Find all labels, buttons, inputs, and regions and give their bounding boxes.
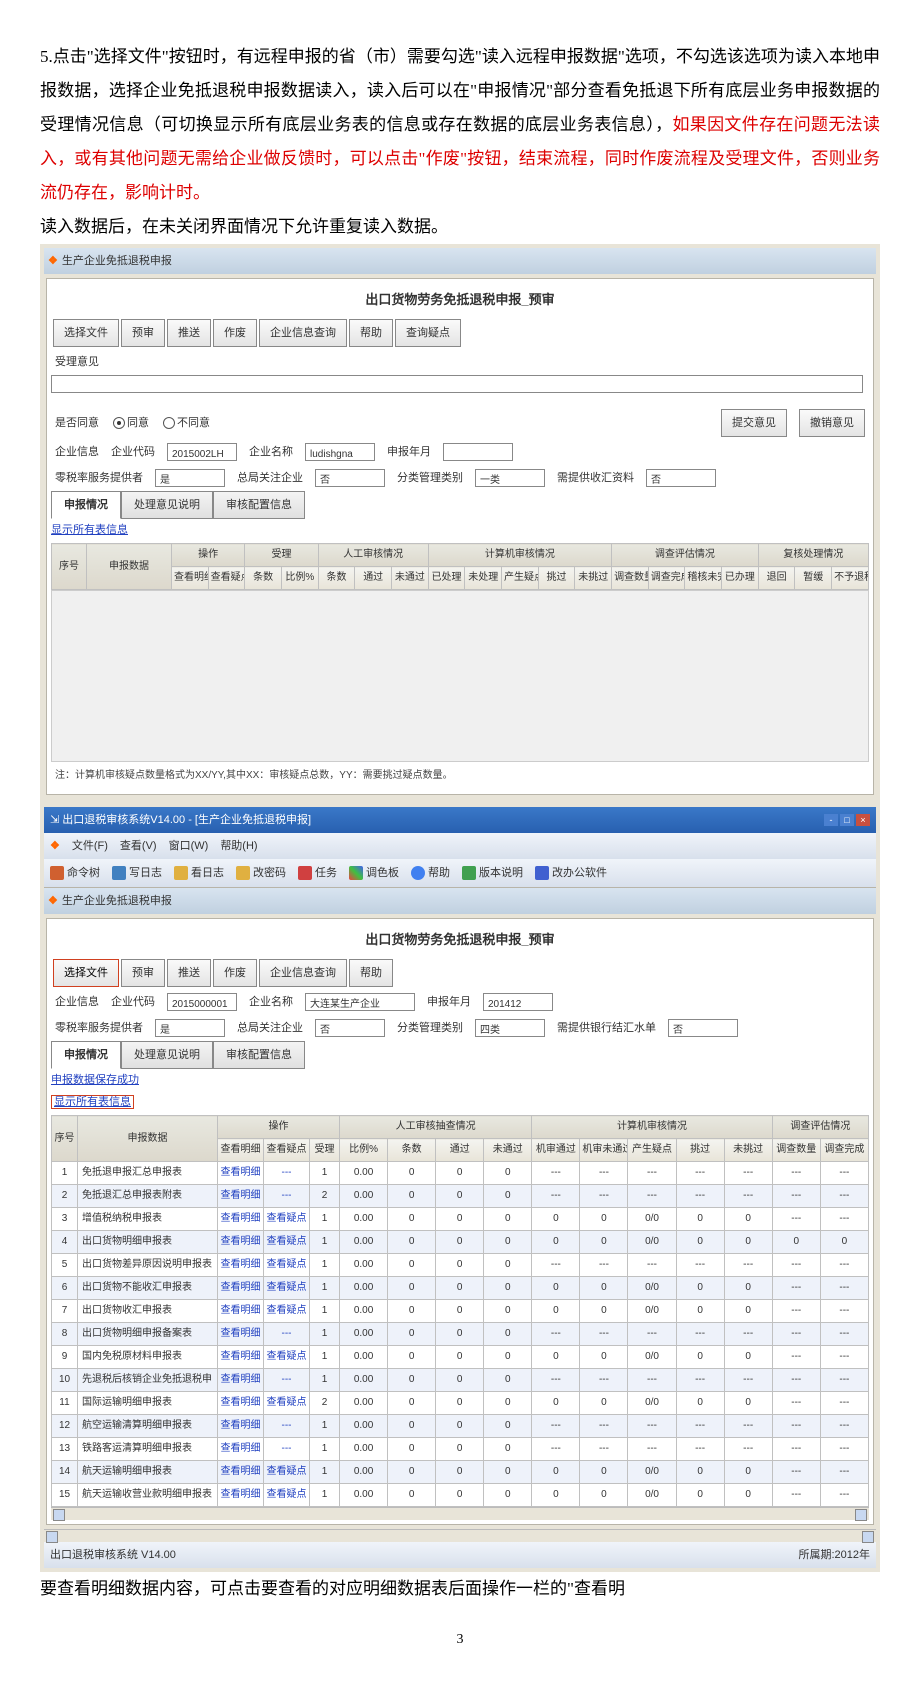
period-input[interactable] <box>443 443 513 461</box>
maximize-icon[interactable]: □ <box>840 814 854 826</box>
office-button[interactable]: 改办公软件 <box>535 862 607 884</box>
menu-logo-icon: ❖ <box>50 835 60 857</box>
app-logo-icon: ❖ <box>48 250 58 272</box>
palette-button[interactable]: 调色板 <box>349 862 399 884</box>
void-button[interactable]: 作废 <box>213 319 257 347</box>
push-button[interactable]: 推送 <box>167 959 211 987</box>
minimize-icon[interactable]: - <box>824 814 838 826</box>
query-doubt-button[interactable]: 查询疑点 <box>395 319 461 347</box>
app-titlebar: ⇲ 出口退税审核系统V14.00 - [生产企业免抵退税申报] -□× <box>44 807 876 833</box>
company-query-button[interactable]: 企业信息查询 <box>259 319 347 347</box>
feedback-label: 受理意见 <box>51 349 869 375</box>
toolbar: 选择文件 预审 推送 作废 企业信息查询 帮助 查询疑点 <box>51 317 869 349</box>
table-row: 3增值税纳税申报表查看明细查看疑点10.00000000/000------ <box>52 1208 869 1231</box>
menu-help[interactable]: 帮助(H) <box>220 835 257 857</box>
radio-agree[interactable] <box>113 417 125 429</box>
table-row: 12航空运输清算明细申报表查看明细---10.00000------------… <box>52 1415 869 1438</box>
show-all-link[interactable]: 显示所有表信息 <box>51 1095 134 1109</box>
feedback-input[interactable] <box>51 375 863 393</box>
table-row: 11国际运输明细申报表查看明细查看疑点20.00000000/000------ <box>52 1392 869 1415</box>
tab-opinion[interactable]: 处理意见说明 <box>121 1041 213 1069</box>
select-file-button[interactable]: 选择文件 <box>53 319 119 347</box>
company-query-button[interactable]: 企业信息查询 <box>259 959 347 987</box>
empty-grid <box>51 590 869 762</box>
radio-disagree[interactable] <box>163 417 175 429</box>
show-all-link[interactable]: 显示所有表信息 <box>51 524 128 536</box>
preaudit-button[interactable]: 预审 <box>121 319 165 347</box>
table-row: 4出口货物明细申报表查看明细查看疑点10.00000000/00000 <box>52 1231 869 1254</box>
table-row: 5出口货物差异原因说明申报表查看明细查看疑点10.00000----------… <box>52 1254 869 1277</box>
help-button[interactable]: 帮助 <box>349 959 393 987</box>
version-button[interactable]: 版本说明 <box>462 862 523 884</box>
revoke-opinion-button[interactable]: 撤销意见 <box>799 409 865 437</box>
app-icon: ⇲ <box>50 814 59 826</box>
page-title-2: 出口货物劳务免抵退税申报_预审 <box>51 923 869 957</box>
readlog-button[interactable]: 看日志 <box>174 862 224 884</box>
menu-view[interactable]: 查看(V) <box>120 835 157 857</box>
paragraph-1: 5.点击"选择文件"按钮时，有远程申报的省（市）需要勾选"读入远程申报数据"选项… <box>40 40 880 210</box>
cmdtree-button[interactable]: 命令树 <box>50 862 100 884</box>
paragraph-3: 要查看明细数据内容，可点击要查看的对应明细数据表后面操作一栏的"查看明 <box>40 1572 880 1606</box>
task-button[interactable]: 任务 <box>298 862 337 884</box>
data-table: 序号 申报数据 操作 受理 人工审核情况 计算机审核情况 调查评估情况 复核处理… <box>51 543 869 590</box>
screenshot-1: ❖ 生产企业免抵退税申报 出口货物劳务免抵退税申报_预审 选择文件 预审 推送 … <box>40 244 880 803</box>
submit-opinion-button[interactable]: 提交意见 <box>721 409 787 437</box>
page-number: 3 <box>40 1626 880 1654</box>
inner-tab-title: ❖ 生产企业免抵退税申报 <box>44 888 876 914</box>
table-row: 6出口货物不能收汇申报表查看明细查看疑点10.00000000/000-----… <box>52 1277 869 1300</box>
push-button[interactable]: 推送 <box>167 319 211 347</box>
tab-report[interactable]: 申报情况 <box>51 1041 121 1069</box>
tab-config[interactable]: 审核配置信息 <box>213 1041 305 1069</box>
table-row: 15航天运输收营业款明细申报表查看明细查看疑点10.00000000/000--… <box>52 1484 869 1507</box>
table-row: 1免抵退申报汇总申报表查看明细---10.00000--------------… <box>52 1162 869 1185</box>
agree-label: 是否同意 <box>55 412 99 434</box>
tab-config[interactable]: 审核配置信息 <box>213 491 305 519</box>
table-row: 9国内免税原材料申报表查看明细查看疑点10.00000000/000------ <box>52 1346 869 1369</box>
screenshot-2: ⇲ 出口退税审核系统V14.00 - [生产企业免抵退税申报] -□× ❖ 文件… <box>40 803 880 1572</box>
table-row: 8出口货物明细申报备案表查看明细---10.00000-------------… <box>52 1323 869 1346</box>
window-titlebar: ❖ 生产企业免抵退税申报 <box>44 248 876 274</box>
table-row: 13铁路客运清算明细申报表查看明细---10.00000------------… <box>52 1438 869 1461</box>
paragraph-2: 读入数据后，在未关闭界面情况下允许重复读入数据。 <box>40 210 880 244</box>
data-table: 序号 申报数据 操作 人工审核抽查情况 计算机审核情况 调查评估情况 查看明细查… <box>51 1115 869 1507</box>
main-toolbar: 命令树 写日志 看日志 改密码 任务 调色板 帮助 版本说明 改办公软件 <box>44 859 876 888</box>
code-input[interactable]: 2015002LH <box>167 443 237 461</box>
footnote: 注：计算机审核疑点数量格式为XX/YY,其中XX：审核疑点总数，YY：需要挑过疑… <box>51 762 869 790</box>
table-row: 10先退税后核销企业免抵退税申查看明细---10.00000----------… <box>52 1369 869 1392</box>
table-row: 14航天运输明细申报表查看明细查看疑点10.00000000/000------ <box>52 1461 869 1484</box>
period-input[interactable]: 201412 <box>483 993 553 1011</box>
help-toolbar-button[interactable]: 帮助 <box>411 862 450 884</box>
tab-opinion[interactable]: 处理意见说明 <box>121 491 213 519</box>
tab-logo-icon: ❖ <box>48 890 58 912</box>
preaudit-button[interactable]: 预审 <box>121 959 165 987</box>
name-input[interactable]: 大连某生产企业 <box>305 993 415 1011</box>
table-row: 7出口货物收汇申报表查看明细查看疑点10.00000000/000------ <box>52 1300 869 1323</box>
help-button[interactable]: 帮助 <box>349 319 393 347</box>
close-icon[interactable]: × <box>856 814 870 826</box>
load-ok-link: 申报数据保存成功 <box>51 1074 139 1086</box>
page-title: 出口货物劳务免抵退税申报_预审 <box>51 283 869 317</box>
password-button[interactable]: 改密码 <box>236 862 286 884</box>
menubar: ❖ 文件(F) 查看(V) 窗口(W) 帮助(H) <box>44 833 876 859</box>
menu-window[interactable]: 窗口(W) <box>169 835 209 857</box>
code-input[interactable]: 2015000001 <box>167 993 237 1011</box>
menu-file[interactable]: 文件(F) <box>72 835 108 857</box>
writelog-button[interactable]: 写日志 <box>112 862 162 884</box>
statusbar: 出口退税审核系统 V14.00 所属期:2012年 <box>44 1542 876 1568</box>
outer-horizontal-scrollbar[interactable] <box>44 1529 876 1542</box>
horizontal-scrollbar[interactable] <box>51 1507 869 1520</box>
tab-report[interactable]: 申报情况 <box>51 491 121 519</box>
select-file-button[interactable]: 选择文件 <box>53 959 119 987</box>
table-row: 2免抵退汇总申报表附表查看明细---20.00000--------------… <box>52 1185 869 1208</box>
void-button[interactable]: 作废 <box>213 959 257 987</box>
name-input[interactable]: ludishgna <box>305 443 375 461</box>
